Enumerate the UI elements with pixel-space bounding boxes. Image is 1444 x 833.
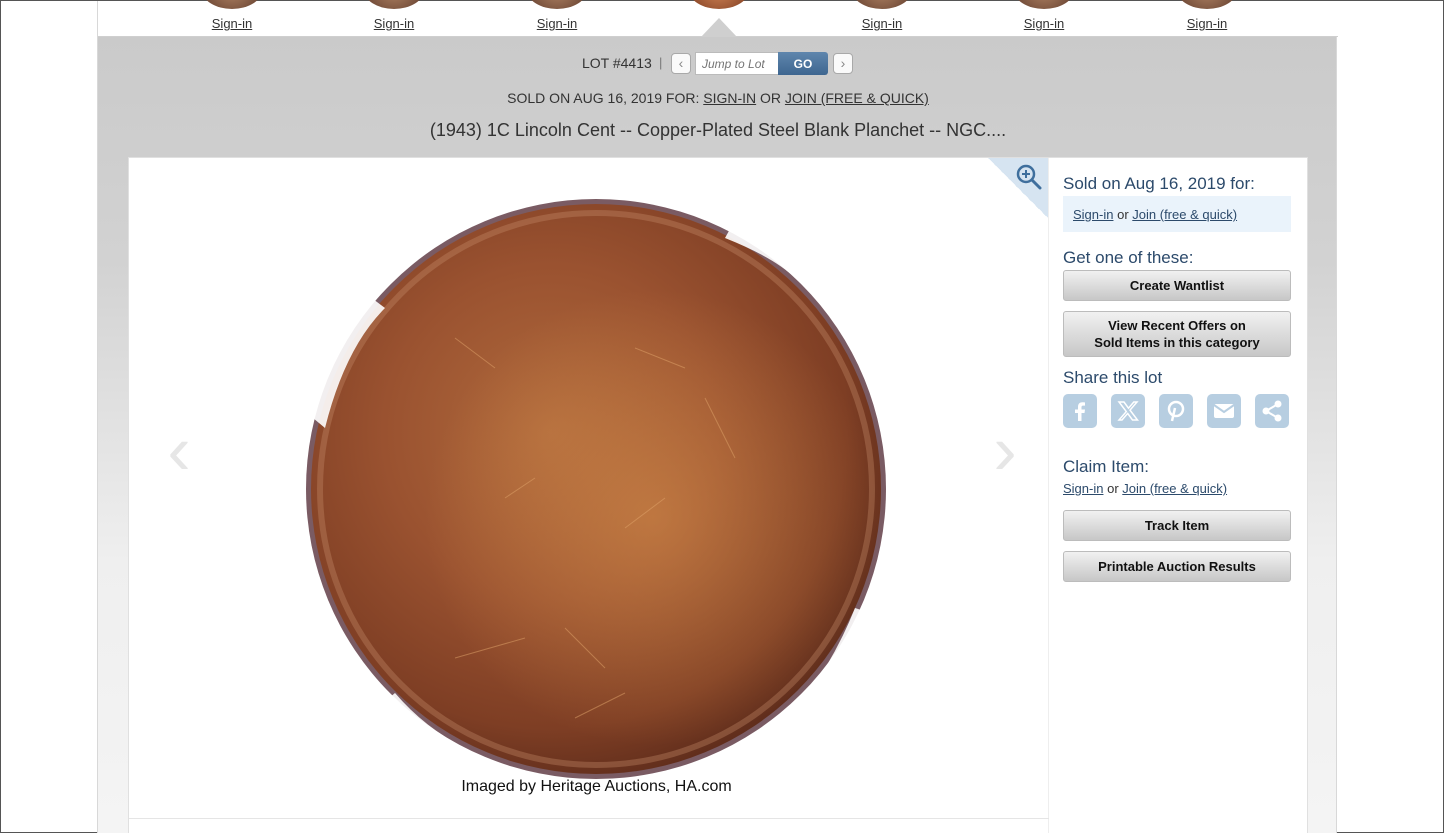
thumbnail-signin-link[interactable]: Sign-in (507, 16, 607, 31)
page-container: Sign-in Sign-in Sign-in Sign-in Sign-in … (97, 0, 1338, 833)
sold-prefix: SOLD ON AUG 16, 2019 FOR: (507, 90, 700, 106)
jump-to-lot-input[interactable] (695, 52, 779, 75)
printable-results-button[interactable]: Printable Auction Results (1063, 551, 1291, 582)
thumbnail-signin-link[interactable]: Sign-in (832, 16, 932, 31)
pinterest-icon[interactable] (1159, 394, 1193, 428)
lot-title: (1943) 1C Lincoln Cent -- Copper-Plated … (429, 120, 1007, 140)
claim-heading: Claim Item: (1063, 457, 1149, 476)
coin-thumbnail[interactable] (689, 0, 749, 9)
create-wantlist-button[interactable]: Create Wantlist (1063, 270, 1291, 301)
coin-image[interactable] (305, 198, 887, 780)
lot-number: LOT #4413 (582, 55, 652, 71)
thumbnail-item[interactable]: Sign-in (507, 0, 607, 37)
active-caret (701, 18, 737, 37)
view-recent-offers-button[interactable]: View Recent Offers on Sold Items in this… (1063, 311, 1291, 357)
track-item-button[interactable]: Track Item (1063, 510, 1291, 541)
next-image-arrow[interactable]: › (985, 415, 1025, 485)
join-link[interactable]: JOIN (FREE & QUICK) (785, 90, 929, 106)
next-lot-button[interactable]: › (833, 53, 853, 74)
recent-offers-line2: Sold Items in this category (1094, 335, 1260, 350)
zoom-in-icon (1016, 164, 1042, 190)
signin-link[interactable]: SIGN-IN (703, 90, 756, 106)
thumbnail-signin-link[interactable]: Sign-in (994, 16, 1094, 31)
coin-thumbnail[interactable] (1177, 0, 1237, 9)
recent-offers-line1: View Recent Offers on (1108, 318, 1246, 333)
share-heading: Share this lot (1063, 368, 1163, 387)
coin-thumbnail[interactable] (852, 0, 912, 9)
get-one-heading: Get one of these: (1063, 248, 1194, 267)
prev-image-arrow[interactable]: ‹ (159, 415, 199, 485)
or-text: or (1107, 481, 1119, 496)
lot-separator: | (659, 55, 663, 70)
thumbnail-signin-link[interactable]: Sign-in (1157, 16, 1257, 31)
sidebar-signin-link[interactable]: Sign-in (1073, 207, 1113, 222)
claim-join-link[interactable]: Join (free & quick) (1122, 481, 1227, 496)
thumbnail-item[interactable]: Sign-in (344, 0, 444, 37)
thumbnail-item-active[interactable] (669, 0, 769, 37)
or-text: or (1117, 207, 1129, 222)
claim-signin-link[interactable]: Sign-in (1063, 481, 1103, 496)
thumbnail-item[interactable]: Sign-in (182, 0, 282, 37)
image-viewer: ‹ › Imaged by Heritage Auctions, HA.com (129, 158, 1049, 833)
coin-thumbnail[interactable] (202, 0, 262, 9)
sidebar-join-link[interactable]: Join (free & quick) (1132, 207, 1237, 222)
thumbnail-signin-link[interactable]: Sign-in (182, 16, 282, 31)
share-icon[interactable] (1255, 394, 1289, 428)
thumbnail-strip: Sign-in Sign-in Sign-in Sign-in Sign-in … (98, 0, 1338, 37)
thumbnail-item[interactable]: Sign-in (994, 0, 1094, 37)
sold-status-line: SOLD ON AUG 16, 2019 FOR: SIGN-IN OR JOI… (98, 90, 1338, 106)
chevron-right-icon: › (840, 55, 846, 71)
lot-navigation: LOT #4413 | ‹ GO › (98, 52, 1338, 76)
login-prompt-box: Sign-in or Join (free & quick) (1063, 196, 1291, 232)
or-text: OR (760, 90, 782, 106)
lot-detail-panel: ‹ › Imaged by Heritage Auctions, HA.com … (128, 157, 1308, 833)
divider (129, 818, 1049, 819)
zoom-button[interactable] (988, 158, 1048, 218)
thumbnail-signin-link[interactable]: Sign-in (344, 16, 444, 31)
thumbnail-item[interactable]: Sign-in (832, 0, 932, 37)
facebook-icon[interactable] (1063, 394, 1097, 428)
coin-thumbnail[interactable] (527, 0, 587, 9)
claim-login-line: Sign-in or Join (free & quick) (1063, 481, 1227, 496)
chevron-left-icon: ‹ (678, 55, 684, 71)
x-icon[interactable] (1111, 394, 1145, 428)
share-buttons (1063, 394, 1293, 430)
thumbnail-item[interactable]: Sign-in (1157, 0, 1257, 37)
prev-lot-button[interactable]: ‹ (671, 53, 691, 74)
coin-thumbnail[interactable] (364, 0, 424, 9)
go-button[interactable]: GO (778, 52, 828, 75)
sold-heading: Sold on Aug 16, 2019 for: (1063, 174, 1255, 193)
image-credit: Imaged by Heritage Auctions, HA.com (461, 778, 732, 795)
coin-thumbnail[interactable] (1014, 0, 1074, 9)
email-icon[interactable] (1207, 394, 1241, 428)
